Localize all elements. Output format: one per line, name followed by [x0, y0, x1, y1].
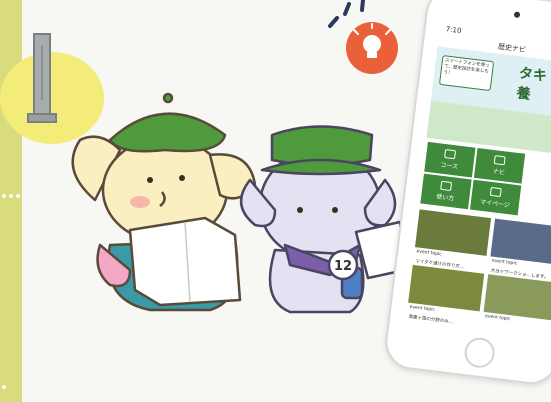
phone-screen: 7:10 歴史ナビ スマートフォンを使って、歴史探訪を楽しもう！ タキ 養 コー…: [404, 20, 551, 338]
menu-howto-button[interactable]: 使い方: [420, 173, 472, 210]
front-camera-icon: [513, 11, 521, 19]
menu-mypage-button[interactable]: マイページ: [469, 179, 522, 216]
dog-character: [71, 92, 257, 312]
user-icon: [489, 186, 502, 198]
home-button[interactable]: [462, 336, 497, 370]
event-card[interactable]: event topic 漁業ヶ旅の分野のみ…: [405, 264, 485, 331]
elephant-character: [240, 125, 407, 314]
event-card[interactable]: event topic: [482, 274, 551, 331]
menu-course-button[interactable]: コース: [424, 141, 476, 178]
status-time: 7:10: [445, 25, 462, 36]
hero-title-2: 養: [515, 85, 532, 103]
hero-sign: スマートフォンを使って、歴史探訪を楽しもう！: [438, 55, 495, 92]
menu-label: マイページ: [479, 198, 511, 210]
menu-label: コース: [439, 161, 459, 171]
menu-navi-button[interactable]: ナビ: [473, 147, 526, 184]
idea-lightbulb-badge: [328, 0, 398, 74]
book-icon: [440, 180, 453, 192]
app-title: 歴史ナビ: [497, 42, 527, 55]
menu-label: ナビ: [492, 168, 506, 177]
badge-number: 12: [334, 259, 352, 274]
menu-label: 使い方: [435, 193, 455, 203]
map-icon: [444, 149, 457, 160]
hero-banner: スマートフォンを使って、歴史探訪を楽しもう！ タキ 養: [426, 46, 551, 158]
navigation-arrow-icon: [493, 155, 506, 166]
